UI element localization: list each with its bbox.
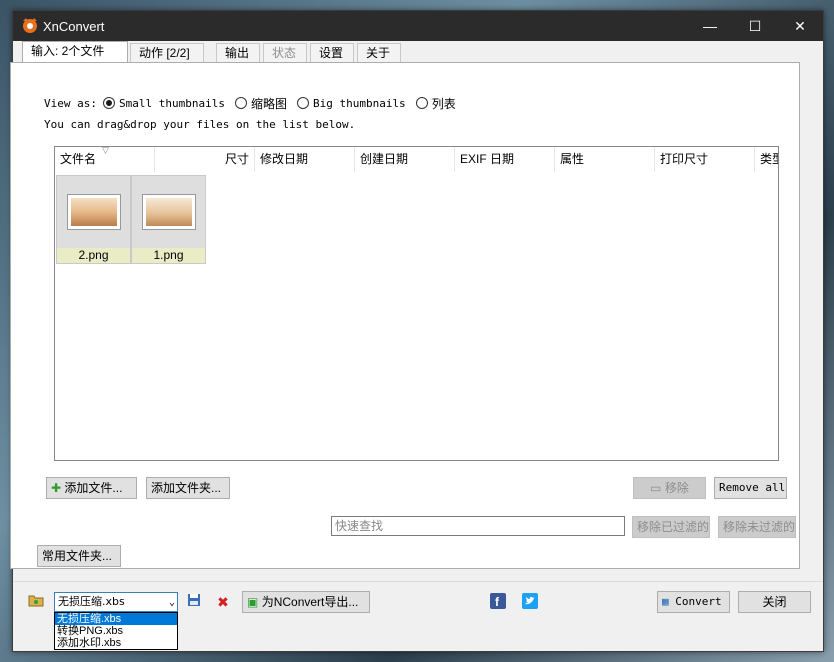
radio-big-thumbnails[interactable]	[296, 97, 309, 109]
remove-filtered-button: 移除已过滤的	[632, 516, 710, 538]
column-size[interactable]: 尺寸	[155, 147, 255, 172]
column-modified[interactable]: 修改日期	[255, 147, 355, 172]
drag-drop-hint: You can drag&drop your files on the list…	[44, 118, 356, 131]
big-thumbnails-label[interactable]: Big thumbnails	[313, 97, 406, 110]
plus-icon: ✚	[51, 481, 62, 495]
view-as-label: View as:	[44, 96, 97, 110]
column-print-size[interactable]: 打印尺寸	[655, 147, 755, 172]
close-window-button[interactable]: ✕	[777, 11, 823, 41]
column-type[interactable]: 类型	[755, 147, 778, 172]
preset-select[interactable]: 无损压缩.xbs ⌄	[54, 592, 178, 612]
preset-option[interactable]: 无损压缩.xbs	[55, 613, 177, 625]
view-as-row: View as: Small thumbnails 缩略图 Big thumbn…	[44, 95, 456, 111]
file-name: 2.png	[57, 248, 130, 263]
window-title: XnConvert	[43, 19, 105, 34]
tab-actions[interactable]: 动作 [2/2]	[130, 43, 204, 63]
export-icon: ▣	[247, 595, 259, 609]
image-preview	[142, 194, 196, 230]
file-list[interactable]: ▽ 文件名 尺寸 修改日期 创建日期 EXIF 日期 属性 打印尺寸 类型 2.…	[54, 146, 779, 461]
remove-all-button[interactable]: Remove all	[714, 477, 787, 499]
delete-icon[interactable]: ✖	[214, 593, 232, 611]
quick-search-input[interactable]: 快速查找	[331, 516, 625, 536]
tab-status: 状态	[263, 43, 307, 63]
file-thumbnail[interactable]: 2.png	[56, 175, 131, 264]
convert-button[interactable]: ▦ Convert	[657, 591, 730, 613]
tab-input[interactable]: 输入: 2个文件	[22, 41, 128, 64]
add-files-button[interactable]: ✚ 添加文件...	[46, 477, 137, 499]
preset-option[interactable]: 添加水印.xbs	[55, 637, 177, 649]
list-label[interactable]: 列表	[432, 95, 456, 112]
sort-caret-icon: ▽	[102, 146, 109, 155]
column-headers: ▽ 文件名 尺寸 修改日期 创建日期 EXIF 日期 属性 打印尺寸 类型	[55, 147, 778, 172]
xnconvert-logo-icon	[23, 18, 37, 33]
remove-unfiltered-button: 移除未过滤的	[718, 516, 796, 538]
chevron-down-icon: ⌄	[168, 597, 175, 608]
export-nconvert-button[interactable]: ▣ 为NConvert导出...	[242, 591, 370, 613]
radio-list[interactable]	[415, 97, 428, 109]
tab-about[interactable]: 关于	[357, 43, 401, 63]
close-button[interactable]: 关闭	[738, 591, 811, 613]
radio-thumbnails[interactable]	[234, 97, 247, 109]
preset-option[interactable]: 转换PNG.xbs	[55, 625, 177, 637]
column-attributes[interactable]: 属性	[555, 147, 655, 172]
file-name: 1.png	[132, 248, 205, 263]
add-folder-button[interactable]: 添加文件夹...	[146, 477, 230, 499]
title-bar: XnConvert — ☐ ✕	[13, 11, 823, 41]
thumbnails-label[interactable]: 缩略图	[251, 95, 287, 112]
tab-settings[interactable]: 设置	[310, 43, 354, 63]
facebook-icon[interactable]: f	[489, 593, 507, 611]
minus-icon: ▭	[650, 481, 662, 495]
twitter-icon[interactable]	[521, 593, 539, 611]
save-icon[interactable]	[185, 593, 203, 611]
folder-icon[interactable]	[27, 593, 45, 611]
preset-dropdown: 无损压缩.xbs 转换PNG.xbs 添加水印.xbs	[54, 612, 178, 650]
tab-output[interactable]: 输出	[216, 43, 260, 63]
convert-icon: ▦	[662, 595, 669, 608]
column-created[interactable]: 创建日期	[355, 147, 455, 172]
file-thumbnail[interactable]: 1.png	[131, 175, 206, 264]
radio-small-thumbnails[interactable]	[102, 97, 115, 109]
column-exif-date[interactable]: EXIF 日期	[455, 147, 555, 172]
common-folders-button[interactable]: 常用文件夹...	[37, 545, 121, 567]
image-preview	[67, 194, 121, 230]
minimize-button[interactable]: —	[687, 11, 733, 41]
small-thumbnails-label[interactable]: Small thumbnails	[119, 97, 225, 110]
remove-button: ▭ 移除	[633, 477, 706, 499]
maximize-button[interactable]: ☐	[732, 11, 778, 41]
